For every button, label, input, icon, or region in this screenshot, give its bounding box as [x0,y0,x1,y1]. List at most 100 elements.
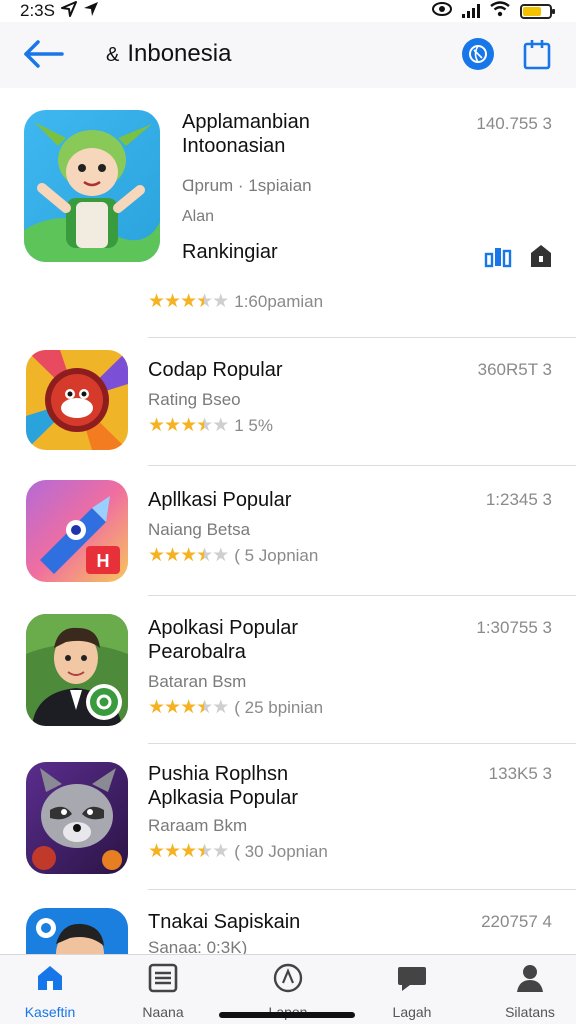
title-text: Inbonesia [127,40,232,67]
battery-level [523,6,542,16]
tab-label: Naana [142,1004,184,1020]
tab-home[interactable]: Kaseftin [10,963,90,1020]
star-rating: ★★★★★ ( 5 Jopnian [148,544,318,567]
star-icon: ★ [148,415,165,436]
star-rating: ★★★★★ ( 30 Jopnian [148,840,328,863]
rating-count: ( 25 bpinian [234,697,324,717]
signal-icon [462,4,480,18]
location-arrow-icon [60,0,77,22]
app-size: 140.755 3 [476,114,552,133]
tab-label: Silatans [505,1004,555,1020]
star-rating: ★★★★★ ( 25 bpinian [148,696,323,719]
app-name: Codap Ropular [148,359,283,381]
app-name: Apllkasi Popular [148,489,292,511]
star-icon: ★ [196,415,213,436]
app-icon-avatar [26,614,128,726]
app-name: Applamanbian [182,111,310,133]
status-time: 2:3S [20,1,55,20]
rating-count: 1 5% [234,415,273,435]
star-icon: ★ [212,415,229,436]
star-icon: ★ [196,697,213,718]
tab-label: Kaseftin [24,1004,76,1020]
tab-profile[interactable]: Silatans [490,963,570,1020]
star-rating: ★★★★★ 1:60pamian [148,290,323,313]
star-icon: ★ [180,697,197,718]
eye-icon [432,1,452,21]
list-item[interactable]: Tnakai Sapiskain Sanaa: 0:3K) 220757 4 [0,890,576,954]
back-arrow-icon[interactable] [22,38,66,70]
star-icon: ★ [164,697,181,718]
star-icon: ★ [212,545,229,566]
chat-icon [396,963,428,998]
app-icon-portrait [26,908,128,954]
star-icon: ★ [164,841,181,862]
stars-display: ★★★★★ [148,290,229,313]
stars-display: ★★★★★ [148,696,229,719]
app-icon-mascot [24,110,160,262]
list-item[interactable]: Apolkasi Popular Pearobalra Bataran Bsm … [0,596,576,744]
stars-display: ★★★★★ [148,840,229,863]
home-icon [35,963,65,998]
app-name-line2: Pearobalra [148,641,246,663]
star-icon: ★ [164,545,181,566]
app-name: Tnakai Sapiskain [148,911,301,933]
app-name-line2: Aplkasia Popular [148,787,299,809]
app-meta: Ɑprum · 1spiaian [182,176,312,195]
wifi-icon [490,0,510,22]
status-bar: 2:3S [0,0,576,22]
rating-count: 1:60pamian [234,291,324,311]
app-meta: Sanaa: 0:3K) [148,938,248,954]
app-icon-pen: H [26,480,128,582]
tab-list[interactable]: Naana [123,963,203,1020]
star-icon: ★ [164,415,181,436]
app-name: Apolkasi Popular [148,617,299,639]
page-title: & Inbonesia [106,40,231,68]
globe-icon[interactable] [462,38,494,70]
star-icon: ★ [180,415,197,436]
app-size: 360R5T 3 [477,360,552,379]
star-icon: ★ [212,697,229,718]
star-icon: ★ [212,291,229,312]
star-icon: ★ [196,291,213,312]
app-size: 1:2345 3 [485,490,552,509]
star-icon: ★ [148,291,165,312]
star-icon: ★ [148,697,165,718]
bookmark-icon[interactable] [530,244,552,273]
list-item[interactable]: Codap Ropular Rating Bseo 360R5T 3 ★★★★★… [0,338,576,466]
app-ranking: Rankingiar [182,241,278,263]
title-prefix: & [106,44,120,66]
app-size: 220757 4 [481,912,552,931]
share-icon[interactable] [522,38,552,70]
app-name: Pushia Roplhsn [148,763,289,785]
navigation-bar: & Inbonesia [0,22,576,88]
list-item[interactable]: H Apllkasi Popular Naiang Betsa 1:2345 3… [0,466,576,596]
app-size: 1:30755 3 [476,618,552,637]
stars-display: ★★★★★ [148,544,229,567]
app-list: Applamanbian Intoonasian Ɑprum · 1spiaia… [0,88,576,954]
star-icon: ★ [148,841,165,862]
list-icon [148,963,178,998]
home-indicator [219,1012,355,1018]
status-right [432,0,555,22]
status-left: 2:3S [20,0,99,22]
star-icon: ★ [212,841,229,862]
star-rating: ★★★★★ 1 5% [148,414,273,437]
svg-text:H: H [97,551,110,571]
list-item[interactable]: Applamanbian Intoonasian Ɑprum · 1spiaia… [0,88,576,338]
chart-icon[interactable] [484,244,512,273]
stars-display: ★★★★★ [148,414,229,437]
list-item-5-content[interactable]: Pushia Roplhsn Aplkasia Popular Raraam B… [0,744,576,890]
app-publisher: Alan [182,208,215,225]
star-icon: ★ [180,291,197,312]
tab-label: Lagah [392,1004,432,1020]
star-icon: ★ [180,841,197,862]
rating-count: ( 30 Jopnian [234,841,328,861]
tab-chat[interactable]: Lagah [372,963,452,1020]
star-icon: ★ [196,841,213,862]
battery-icon [520,3,555,19]
app-name-line2: Intoonasian [182,135,286,157]
star-icon: ★ [180,545,197,566]
star-icon: ★ [148,545,165,566]
navigation-icon [83,1,99,22]
app-size: 133K5 3 [488,764,552,783]
